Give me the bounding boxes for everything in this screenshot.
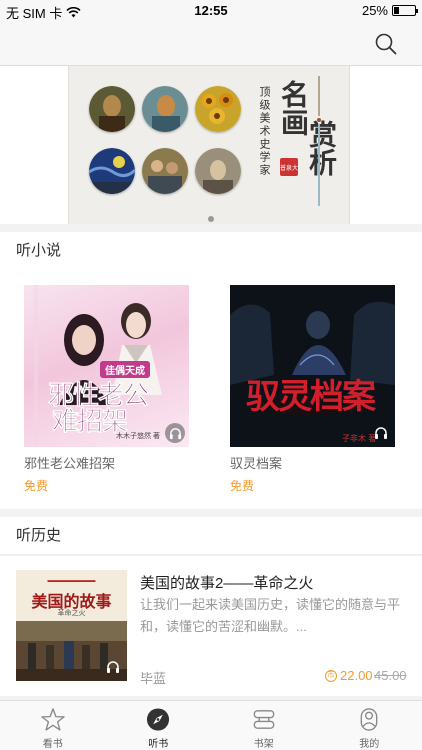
tab-label: 看书 — [42, 739, 63, 750]
star-icon — [41, 708, 65, 731]
painting-sunflowers — [195, 86, 241, 132]
banner-slide[interactable]: 顶级美术史学家 名画 普泉大 赏析 — [68, 66, 350, 224]
painting-renoir — [142, 148, 188, 194]
painting-mona-lisa — [89, 86, 135, 132]
book-title[interactable]: 邪性老公难招架 — [24, 453, 189, 472]
book-title[interactable]: 驭灵档案 — [230, 453, 395, 472]
cover-title: 驭灵档案 — [246, 377, 376, 417]
tab-label: 我的 — [359, 739, 380, 750]
headphones-icon — [375, 427, 387, 439]
current-price: 币 22.00 — [325, 668, 373, 683]
battery-icon — [392, 5, 418, 16]
painting-van-gogh-portrait — [142, 86, 188, 132]
book-price: 免费 — [230, 479, 255, 493]
headphones-icon — [169, 427, 181, 439]
tab-label: 书架 — [253, 739, 274, 750]
tab-read[interactable]: 看书 — [0, 701, 106, 750]
banner-subtitle: 顶级美术史学家 — [258, 86, 271, 177]
cover-author: 木木子悠然 著 — [116, 433, 160, 440]
banner-title-right: 赏析 — [305, 120, 338, 176]
status-bar: 无 SIM 卡 12:55 25% — [0, 0, 422, 22]
cover-subtitle: 革命之火 — [57, 610, 86, 617]
clock: 12:55 — [194, 3, 228, 18]
play-button[interactable] — [165, 423, 185, 443]
compass-icon — [147, 708, 170, 731]
bookshelf-icon — [253, 710, 275, 729]
history-book-cover[interactable]: ▬▬▬▬▬▬▬▬ 美国的故事 革命之火 — [16, 570, 127, 681]
tab-profile[interactable]: 我的 — [317, 701, 422, 750]
bottom-tab-bar: 看书 听书 书架 我的 — [0, 700, 422, 750]
pagination-dot[interactable] — [208, 216, 214, 222]
section-title-history: 听历史 — [0, 517, 422, 555]
book-cover[interactable]: 驭灵档案 子非木 著 — [230, 285, 395, 447]
history-book-description: 让我们一起来读美国历史，读懂它的随意与平和，读懂它的苦涩和幽默。... — [140, 597, 401, 634]
history-list-item[interactable]: ▬▬▬▬▬▬▬▬ 美国的故事 革命之火 美国的故事2——革命之火 让我们一起来读… — [0, 556, 422, 696]
book-card[interactable]: 驭灵档案 子非木 著 驭灵档案 免费 — [230, 285, 395, 494]
top-nav-bar — [0, 22, 422, 66]
battery-fill — [394, 7, 399, 14]
banner-seal: 普泉大 — [280, 158, 298, 176]
tab-bookshelf[interactable]: 书架 — [211, 701, 317, 750]
play-button[interactable] — [371, 423, 391, 443]
history-book-title[interactable]: 美国的故事2——革命之火 — [140, 572, 313, 593]
history-book-author: 毕蓝 — [140, 671, 167, 686]
play-button[interactable] — [103, 657, 123, 677]
painting-portrait — [195, 148, 241, 194]
person-icon — [360, 708, 378, 731]
section-title-novels: 听小说 — [0, 232, 422, 270]
headphones-icon — [107, 661, 119, 673]
banner-pagination[interactable] — [0, 216, 422, 222]
book-price: 免费 — [24, 479, 49, 493]
tassel-decoration — [317, 76, 321, 206]
novels-grid: 佳偶天成 邪性老公 难招架 木木子悠然 著 邪性老公难招架 免费 驭灵档案 子非… — [0, 269, 422, 509]
tab-listen[interactable]: 听书 — [106, 701, 212, 750]
current-price-value: 22.00 — [340, 668, 373, 683]
battery-percent: 25% — [361, 3, 388, 18]
painting-starry-night — [89, 148, 135, 194]
coin-icon: 币 — [325, 669, 337, 682]
cover-band: ▬▬▬▬▬▬▬▬ — [47, 578, 96, 584]
cover-art-horror — [230, 285, 395, 447]
search-icon[interactable] — [374, 32, 398, 56]
battery-group: 25% — [361, 3, 418, 18]
book-card[interactable]: 佳偶天成 邪性老公 难招架 木木子悠然 著 邪性老公难招架 免费 — [24, 285, 189, 494]
promo-banner[interactable]: 顶级美术史学家 名画 普泉大 赏析 — [0, 66, 422, 224]
book-cover[interactable]: 佳偶天成 邪性老公 难招架 木木子悠然 著 — [24, 285, 189, 447]
original-price: 45.00 — [374, 668, 407, 683]
tab-label: 听书 — [148, 739, 169, 750]
